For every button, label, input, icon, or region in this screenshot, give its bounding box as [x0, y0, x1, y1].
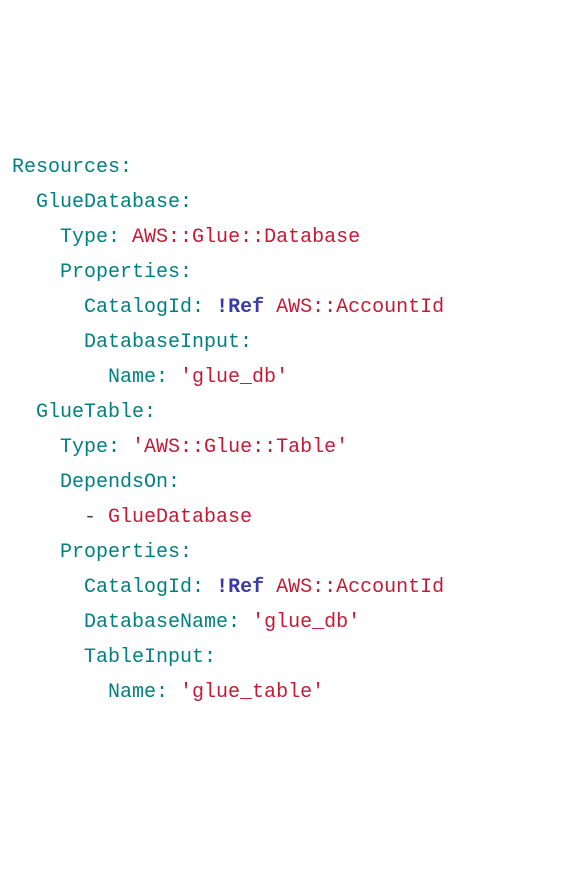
code-line: Name: 'glue_table'	[12, 675, 558, 710]
indent	[12, 255, 60, 290]
yaml-key: TableInput	[84, 646, 204, 669]
yaml-value: AWS::AccountId	[276, 576, 444, 599]
yaml-key: DatabaseName	[84, 611, 228, 634]
code-line: Name: 'glue_db'	[12, 360, 558, 395]
space	[264, 296, 276, 319]
yaml-list-dash: -	[84, 506, 108, 529]
code-line: CatalogId: !Ref AWS::AccountId	[12, 570, 558, 605]
yaml-key: DatabaseInput	[84, 331, 240, 354]
yaml-value: 'glue_db'	[252, 611, 360, 634]
code-line: Properties:	[12, 535, 558, 570]
yaml-key: Type	[60, 226, 108, 249]
yaml-key: Properties	[60, 541, 180, 564]
indent	[12, 675, 108, 710]
yaml-value: 'AWS::Glue::Table'	[132, 436, 348, 459]
yaml-colon: :	[192, 296, 216, 319]
yaml-value: AWS::AccountId	[276, 296, 444, 319]
yaml-key: Properties	[60, 261, 180, 284]
yaml-key: Resources	[12, 156, 120, 179]
code-line: TableInput:	[12, 640, 558, 675]
yaml-key: DependsOn	[60, 471, 168, 494]
code-line: GlueTable:	[12, 395, 558, 430]
yaml-key: GlueTable	[36, 401, 144, 424]
yaml-key: Name	[108, 366, 156, 389]
code-line: CatalogId: !Ref AWS::AccountId	[12, 290, 558, 325]
yaml-colon: :	[156, 366, 180, 389]
indent	[12, 500, 84, 535]
yaml-value: 'glue_table'	[180, 681, 324, 704]
indent	[12, 430, 60, 465]
yaml-colon: :	[108, 436, 132, 459]
code-line: Type: 'AWS::Glue::Table'	[12, 430, 558, 465]
yaml-colon: :	[120, 156, 132, 179]
indent	[12, 640, 84, 675]
indent	[12, 220, 60, 255]
yaml-colon: :	[228, 611, 252, 634]
code-line: GlueDatabase:	[12, 185, 558, 220]
indent	[12, 465, 60, 500]
code-line: Type: AWS::Glue::Database	[12, 220, 558, 255]
yaml-colon: :	[192, 576, 216, 599]
yaml-value: 'glue_db'	[180, 366, 288, 389]
yaml-colon: :	[180, 191, 192, 214]
yaml-key: CatalogId	[84, 576, 192, 599]
code-block: Resources: GlueDatabase: Type: AWS::Glue…	[12, 150, 558, 710]
yaml-colon: :	[240, 331, 252, 354]
yaml-colon: :	[108, 226, 132, 249]
indent	[12, 325, 84, 360]
code-line: Resources:	[12, 150, 558, 185]
yaml-colon: :	[168, 471, 180, 494]
indent	[12, 395, 36, 430]
yaml-key: Name	[108, 681, 156, 704]
indent	[12, 535, 60, 570]
yaml-colon: :	[180, 261, 192, 284]
indent	[12, 185, 36, 220]
yaml-value: GlueDatabase	[108, 506, 252, 529]
yaml-ref-tag: !Ref	[216, 576, 264, 599]
yaml-value: AWS::Glue::Database	[132, 226, 360, 249]
yaml-key: CatalogId	[84, 296, 192, 319]
indent	[12, 360, 108, 395]
code-line: DatabaseInput:	[12, 325, 558, 360]
code-line: DependsOn:	[12, 465, 558, 500]
yaml-colon: :	[156, 681, 180, 704]
code-line: DatabaseName: 'glue_db'	[12, 605, 558, 640]
yaml-key: Type	[60, 436, 108, 459]
space	[264, 576, 276, 599]
indent	[12, 570, 84, 605]
code-line: - GlueDatabase	[12, 500, 558, 535]
yaml-colon: :	[180, 541, 192, 564]
code-line: Properties:	[12, 255, 558, 290]
yaml-ref-tag: !Ref	[216, 296, 264, 319]
indent	[12, 290, 84, 325]
yaml-key: GlueDatabase	[36, 191, 180, 214]
indent	[12, 605, 84, 640]
yaml-colon: :	[144, 401, 156, 424]
yaml-colon: :	[204, 646, 216, 669]
